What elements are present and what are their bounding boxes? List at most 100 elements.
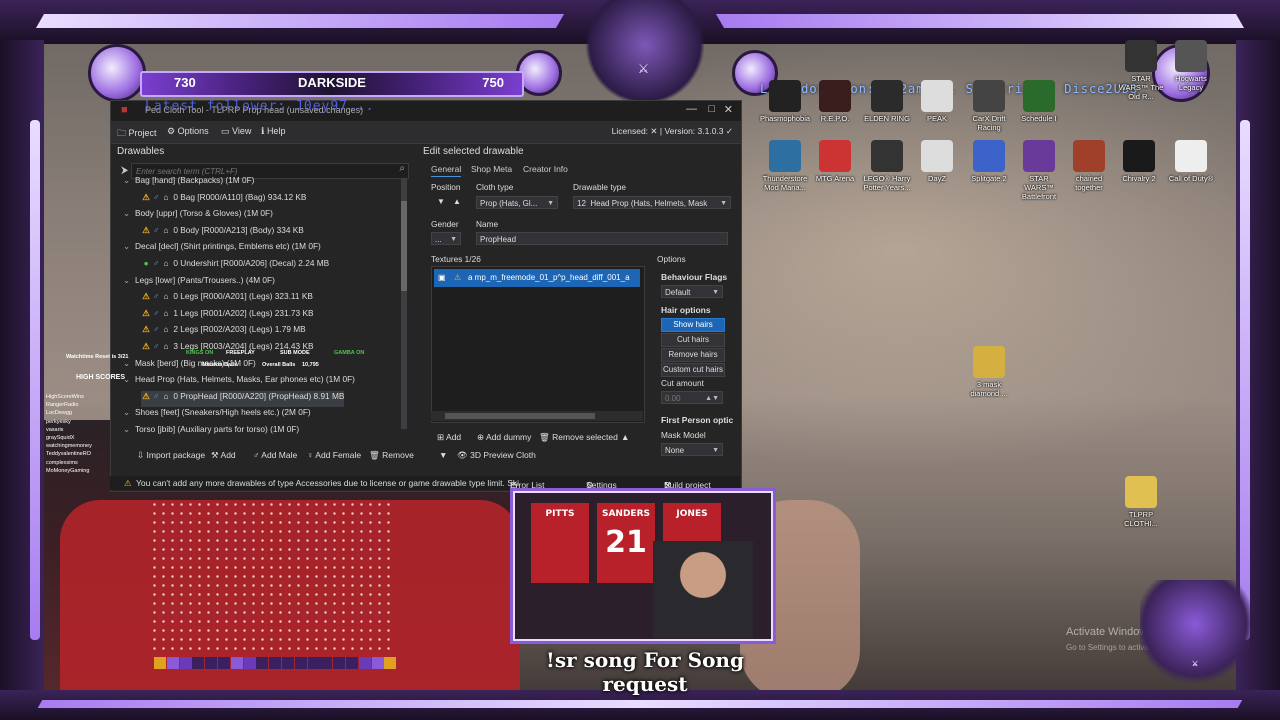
tab-shop-meta[interactable]: Shop Meta <box>471 164 512 174</box>
chevron-down-icon[interactable]: ⌄ <box>123 175 135 185</box>
add-male-button[interactable]: ♂ Add Male <box>253 450 297 460</box>
tree-item[interactable]: ⚠ ♂ ⌂ 0 PropHead [R000/A220] (PropHead) 8.… <box>141 390 345 407</box>
expand-preview-icon[interactable]: ▼ <box>439 450 447 460</box>
tab-creator-info[interactable]: Creator Info <box>523 164 568 174</box>
tree-category[interactable]: ⌄ Head Prop (Hats, Helmets, Masks, Ear ph… <box>123 374 355 390</box>
tree-item[interactable]: ⚠ ♂ ⌂ 0 Legs [R000/A201] (Legs) 323.11 KB <box>141 291 313 307</box>
3d-preview-button[interactable]: 👁 3D Preview Cloth <box>457 450 536 461</box>
name-input[interactable]: PropHead <box>476 232 728 245</box>
tree-item[interactable]: ⚠ ♂ ⌂ 2 Legs [R002/A203] (Legs) 1.79 MB <box>141 324 306 340</box>
tree-item[interactable]: ⚠ ♂ ⌂ 0 Bag [R000/A110] (Bag) 934.12 KB <box>141 192 306 208</box>
chevron-down-icon[interactable]: ⌄ <box>123 208 135 218</box>
chevron-down-icon[interactable]: ⌄ <box>123 275 135 285</box>
tree-category[interactable]: ⌄ Legs [lowr] (Pants/Trousers..) (4M 0F) <box>123 275 275 291</box>
color-strip-cell <box>282 657 294 669</box>
desktop-icon[interactable]: ELDEN RING <box>862 80 912 123</box>
desktop-icon[interactable]: Chivalry 2 <box>1114 140 1164 183</box>
mask-model-select[interactable]: None ▼ <box>661 443 723 456</box>
collapse-icon[interactable]: ▲ <box>621 432 629 442</box>
remove-hairs-button[interactable]: Remove hairs <box>661 348 725 362</box>
license-status: Licensed: ✕ | Version: 3.1.0.3 ✓ <box>611 126 733 136</box>
show-hairs-button[interactable]: Show hairs <box>661 318 725 332</box>
color-strip-cell <box>320 657 333 669</box>
menu-project[interactable]: 🗀 Project <box>117 126 157 142</box>
tree-item[interactable]: ⚠ ♂ ⌂ 1 Legs [R001/A202] (Legs) 231.73 KB <box>141 308 313 324</box>
gender-select[interactable]: ... ▼ <box>431 232 461 245</box>
cloth-type-select[interactable]: Prop (Hats, Gl... ▼ <box>476 196 558 209</box>
chevron-down-icon[interactable]: ⌄ <box>123 241 135 251</box>
tree-row-label: Bag [hand] (Backpacks) (1M 0F) <box>135 175 255 185</box>
remove-selected-button[interactable]: 🗑 Remove selected <box>539 432 618 443</box>
desktop-icon[interactable]: TLPRP CLOTHI... <box>1116 476 1166 528</box>
tree-item[interactable]: ● ♂ ⌂ 0 Undershirt [R000/A206] (Decal) 2.2… <box>141 258 329 274</box>
tab-general[interactable]: General <box>431 164 462 177</box>
behaviour-flags-select[interactable]: Default ▼ <box>661 285 723 298</box>
tree-category[interactable]: ⌄ Decal [decl] (Shirt printings, Emblems … <box>123 241 321 257</box>
add-dummy-button[interactable]: ⊕ Add dummy <box>477 432 531 443</box>
desktop-icon[interactable]: LEGO® Harry Potter Years... <box>862 140 912 192</box>
trash-icon: 🗑 <box>539 432 550 442</box>
add-texture-button[interactable]: ⊞ Add <box>437 432 461 443</box>
minimize-icon[interactable]: — <box>686 103 697 115</box>
close-icon[interactable]: ✕ <box>724 103 733 116</box>
desktop-icon[interactable]: Hogwarts Legacy <box>1166 40 1216 92</box>
desktop-icon[interactable]: Schedule I <box>1014 80 1064 123</box>
male-icon: ♂ <box>152 258 160 268</box>
stats-text: complexsims <box>46 459 78 466</box>
add-female-button[interactable]: ♀ Add Female <box>307 450 361 460</box>
app-icon <box>1123 140 1155 172</box>
desktop-icon[interactable]: Call of Duty® <box>1166 140 1216 183</box>
desktop-icon[interactable]: Thunderstore Mod Mana... <box>760 140 810 192</box>
desktop-icon[interactable]: STAR WARS™ The Old R... <box>1116 40 1166 101</box>
desktop-icon[interactable]: MTG Arena <box>810 140 860 183</box>
drawable-type-select[interactable]: 12 Head Prop (Hats, Helmets, Mask ▼ <box>573 196 731 209</box>
chevron-down-icon: ▼ <box>450 236 457 243</box>
app-icon <box>819 80 851 112</box>
cut-hairs-button[interactable]: Cut hairs <box>661 333 725 347</box>
desktop-icon[interactable]: DayZ <box>912 140 962 183</box>
search-icon[interactable]: ⌕ <box>399 163 405 174</box>
tree-row-label: 0 PropHead [R000/A220] (PropHead) 8.91 M… <box>173 390 345 401</box>
desktop-icon[interactable]: Phasmophobia <box>760 80 810 123</box>
tree-item[interactable]: ⚠ ♂ ⌂ 0 Body [R000/A213] (Body) 334 KB <box>141 225 304 241</box>
gamba-status: GAMBA ON <box>334 350 365 356</box>
texture-item[interactable]: ▣ ⚠ a mp_m_freemode_01_p^p_head_diff_001… <box>434 269 640 287</box>
desktop-icon-label: ELDEN RING <box>864 114 910 123</box>
scroll-thumb[interactable] <box>445 413 595 419</box>
position-up-icon[interactable]: ▲ <box>453 197 461 206</box>
textures-label: Textures 1/26 <box>431 254 481 264</box>
custom-cut-hairs-button[interactable]: Custom cut hairs <box>661 363 725 377</box>
frame-top-left-glow <box>35 14 565 28</box>
desktop-icon[interactable]: chained together <box>1064 140 1114 192</box>
scroll-thumb[interactable] <box>401 201 407 291</box>
menu-bar: 🗀 Project ⚙ Options ▭ View ℹ Help Licens… <box>111 121 741 144</box>
tree-category[interactable]: ⌄ Body [uppr] (Torso & Gloves) (1M 0F) <box>123 208 273 224</box>
add-button[interactable]: ⚒ Add <box>211 450 236 461</box>
male-icon: ♂ <box>152 324 160 335</box>
desktop-icon[interactable]: 3 mask diamond ... <box>964 346 1014 398</box>
cut-amount-input[interactable]: 0.00 ▲▼ <box>661 391 723 404</box>
overall-balls-label: Overall Balls <box>262 362 296 368</box>
desktop-icon[interactable]: CarX Drift Racing <box>964 80 1014 132</box>
app-icon <box>1125 40 1157 72</box>
tree-row-label: 2 Legs [R002/A203] (Legs) 1.79 MB <box>173 324 306 335</box>
stats-text: vasaris <box>46 426 64 433</box>
maximize-icon[interactable]: □ <box>708 103 715 115</box>
desktop-icon[interactable]: PEAK <box>912 80 962 123</box>
remove-button[interactable]: 🗑 Remove <box>369 450 414 461</box>
menu-help[interactable]: ℹ Help <box>261 126 285 137</box>
desktop-icon[interactable]: STAR WARS™ Battlefront <box>1014 140 1064 201</box>
app-icon <box>921 80 953 112</box>
tree-category[interactable]: ⌄ Bag [hand] (Backpacks) (1M 0F) <box>123 175 254 191</box>
textures-scrollbar[interactable] <box>431 411 643 421</box>
male-icon: ♂ <box>152 291 160 302</box>
drawables-scrollbar[interactable] <box>401 179 407 429</box>
desktop-icon[interactable]: Splitgate 2 <box>964 140 1014 183</box>
frame-bottom-glow <box>37 700 1243 708</box>
menu-view[interactable]: ▭ View <box>221 126 251 137</box>
position-down-icon[interactable]: ▼ <box>437 197 445 206</box>
desktop-icon-label: STAR WARS™ The Old R... <box>1118 74 1164 101</box>
menu-options[interactable]: ⚙ Options <box>167 126 209 137</box>
desktop-icon[interactable]: R.E.P.O. <box>810 80 860 123</box>
warning-icon: ⚠ <box>142 341 150 351</box>
